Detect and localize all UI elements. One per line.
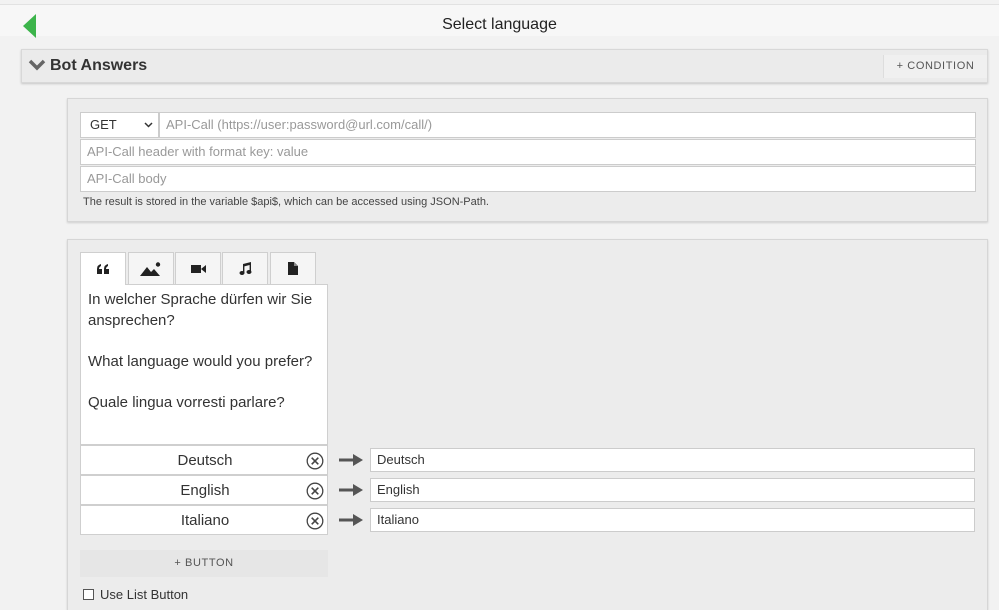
http-method-select[interactable]: GET <box>80 112 159 138</box>
add-condition-button[interactable]: + CONDITION <box>883 55 987 78</box>
arrow-right-icon <box>339 454 363 466</box>
music-icon <box>239 262 251 275</box>
api-result-note: The result is stored in the variable $ap… <box>83 196 489 208</box>
http-method-value: GET <box>90 117 117 132</box>
chevron-down-icon <box>144 122 153 128</box>
quote-icon <box>97 264 109 274</box>
message-text-editor[interactable]: In welcher Sprache dürfen wir Sie anspre… <box>80 284 328 445</box>
answer-button-italiano[interactable]: Italiano <box>80 505 328 535</box>
video-icon <box>190 264 206 273</box>
tab-video[interactable] <box>175 252 221 284</box>
api-call-panel: GET API-Call (https://user:password@url.… <box>67 98 988 222</box>
message-line: Quale lingua vorresti parlare? <box>88 394 285 412</box>
chevron-down-icon[interactable] <box>28 58 46 72</box>
tab-audio[interactable] <box>222 252 268 284</box>
answer-button-deutsch[interactable]: Deutsch <box>80 445 328 475</box>
answer-target-input[interactable]: Deutsch <box>370 448 975 472</box>
section-title: Bot Answers <box>50 57 148 74</box>
add-button-button[interactable]: + BUTTON <box>80 550 328 577</box>
bot-answers-header[interactable]: Bot Answers + CONDITION <box>21 49 988 83</box>
message-line: What language would you prefer? <box>88 353 313 371</box>
image-icon <box>140 261 161 276</box>
answer-button-english[interactable]: English <box>80 475 328 505</box>
message-panel: In welcher Sprache dürfen wir Sie anspre… <box>67 239 988 610</box>
arrow-right-icon <box>339 514 363 526</box>
api-body-input[interactable]: API-Call body <box>80 166 976 192</box>
remove-circle-icon[interactable] <box>306 512 324 530</box>
answer-button-label: Italiano <box>180 512 230 529</box>
arrow-right-icon <box>339 484 363 496</box>
file-icon <box>288 262 298 275</box>
use-list-button-option[interactable]: Use List Button <box>83 587 188 602</box>
tab-image[interactable] <box>128 252 174 284</box>
answer-button-label: Deutsch <box>177 452 233 469</box>
api-url-input[interactable]: API-Call (https://user:password@url.com/… <box>159 112 976 138</box>
tab-text[interactable] <box>80 252 126 285</box>
message-line: In welcher Sprache dürfen wir Sie <box>88 291 313 308</box>
use-list-button-checkbox[interactable] <box>83 589 94 600</box>
use-list-button-label: Use List Button <box>100 587 189 602</box>
answer-target-input[interactable]: Italiano <box>370 508 975 532</box>
tab-file[interactable] <box>270 252 316 284</box>
message-line: ansprechen? <box>88 311 175 329</box>
remove-circle-icon[interactable] <box>306 482 324 500</box>
api-header-input[interactable]: API-Call header with format key: value <box>80 139 976 165</box>
top-bar: Select language <box>0 4 999 38</box>
remove-circle-icon[interactable] <box>306 452 324 470</box>
answer-button-label: English <box>180 482 230 499</box>
answer-target-input[interactable]: English <box>370 478 975 502</box>
page-title: Select language <box>442 16 557 33</box>
